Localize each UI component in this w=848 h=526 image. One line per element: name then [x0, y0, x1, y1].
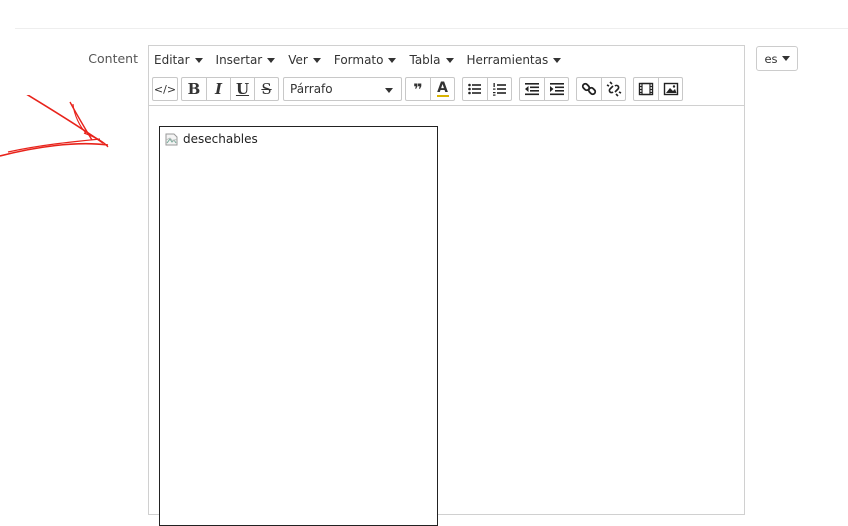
- text-color-label: A: [437, 80, 448, 96]
- list-group: [462, 77, 512, 101]
- red-arrow-annotation: [0, 95, 109, 157]
- broken-image-icon: [165, 133, 178, 145]
- color-swatch: [436, 95, 449, 97]
- block-format-value: Párrafo: [290, 82, 333, 96]
- underline-button[interactable]: U: [230, 78, 254, 100]
- caret-down-icon: [194, 57, 203, 63]
- menu-tabla[interactable]: Tabla: [409, 53, 454, 67]
- menu-formato[interactable]: Formato: [334, 53, 397, 67]
- link-group: [576, 77, 626, 101]
- caret-down-icon: [385, 88, 393, 93]
- menu-editar-label: Editar: [154, 53, 190, 67]
- block-format-select[interactable]: Párrafo: [283, 77, 402, 101]
- language-dropdown[interactable]: es: [756, 46, 798, 71]
- editor-menubar: Editar Insertar Ver Formato Tabla Herram…: [149, 46, 744, 74]
- image-alt-text: desechables: [183, 132, 258, 146]
- language-value: es: [764, 51, 778, 66]
- indent-group: [519, 77, 569, 101]
- editor-toolbar: </> B I U S Párrafo ❞ A: [149, 74, 744, 106]
- embedded-image[interactable]: desechables: [159, 126, 438, 526]
- caret-down-icon: [781, 56, 790, 61]
- menu-ver-label: Ver: [288, 53, 308, 67]
- editor-content-area[interactable]: desechables: [149, 106, 744, 526]
- outdent-icon[interactable]: [520, 78, 544, 100]
- caret-down-icon: [388, 57, 397, 63]
- menu-herramientas[interactable]: Herramientas: [467, 53, 562, 67]
- caret-down-icon: [553, 57, 562, 63]
- image-icon[interactable]: [658, 78, 682, 100]
- strikethrough-button[interactable]: S: [254, 78, 278, 100]
- bold-button[interactable]: B: [182, 78, 206, 100]
- menu-tabla-label: Tabla: [409, 53, 441, 67]
- code-group: </>: [152, 77, 178, 101]
- menu-insertar-label: Insertar: [215, 53, 263, 67]
- bullet-list-icon[interactable]: [463, 78, 487, 100]
- unlink-icon[interactable]: [601, 78, 625, 100]
- source-code-button[interactable]: </>: [153, 78, 177, 100]
- media-group: [633, 77, 683, 101]
- italic-button[interactable]: I: [206, 78, 230, 100]
- link-icon[interactable]: [577, 78, 601, 100]
- caret-down-icon: [312, 57, 321, 63]
- broken-image-placeholder: desechables: [165, 132, 258, 146]
- menu-editar[interactable]: Editar: [154, 53, 203, 67]
- menu-ver[interactable]: Ver: [288, 53, 321, 67]
- video-icon[interactable]: [634, 78, 658, 100]
- menu-herramientas-label: Herramientas: [466, 53, 549, 67]
- indent-icon[interactable]: [544, 78, 568, 100]
- caret-down-icon: [267, 57, 276, 63]
- blockquote-button[interactable]: ❞: [406, 78, 430, 100]
- text-style-group: B I U S: [181, 77, 279, 101]
- quote-color-group: ❞ A: [405, 77, 455, 101]
- content-field-label: Content: [88, 51, 138, 66]
- menu-formato-label: Formato: [333, 53, 384, 67]
- rich-text-editor: Editar Insertar Ver Formato Tabla Herram…: [148, 45, 745, 526]
- numbered-list-icon[interactable]: [487, 78, 511, 100]
- top-divider: [15, 28, 848, 29]
- caret-down-icon: [445, 57, 454, 63]
- menu-insertar[interactable]: Insertar: [216, 53, 276, 67]
- text-color-button[interactable]: A: [430, 78, 454, 100]
